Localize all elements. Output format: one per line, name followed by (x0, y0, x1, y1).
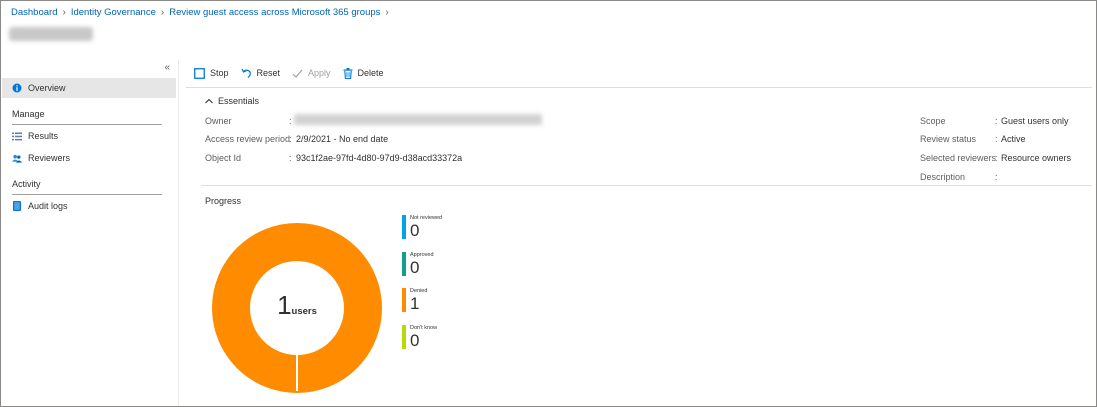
essentials-divider (201, 185, 1092, 186)
colon: : (995, 116, 998, 126)
sidebar: « Overview Manage Results Reviewers Acti… (2, 60, 176, 406)
selected-reviewers-label: Selected reviewers (920, 153, 997, 163)
legend-color-bar (402, 288, 406, 312)
sidebar-item-overview[interactable]: Overview (2, 78, 176, 98)
collapse-icon[interactable]: « (164, 62, 170, 73)
stop-icon (194, 67, 205, 79)
sidebar-item-audit-logs[interactable]: Audit logs (2, 196, 176, 216)
colon: : (289, 116, 292, 126)
essentials-period-row: Access review period (205, 134, 290, 144)
sidebar-item-label: Overview (28, 83, 66, 93)
legend-approved[interactable]: Approved 0 (402, 252, 434, 277)
owner-label: Owner (205, 116, 232, 126)
legend-value: 0 (410, 221, 420, 240)
colon: : (289, 153, 292, 163)
command-bar: Stop Reset Apply Delete (194, 64, 396, 82)
legend-denied[interactable]: Denied 1 (402, 288, 427, 313)
progress-total: 1 (277, 290, 292, 320)
scope-value: Guest users only (1001, 116, 1069, 126)
sidebar-item-label: Audit logs (28, 201, 68, 211)
legend-color-bar (402, 325, 406, 349)
section-manage: Manage (12, 109, 45, 119)
legend-value: 1 (410, 294, 420, 313)
breadcrumb-dashboard[interactable]: Dashboard (11, 7, 57, 18)
reset-label: Reset (256, 68, 281, 78)
section-activity: Activity (12, 179, 41, 189)
book-icon (12, 201, 22, 211)
sidebar-item-reviewers[interactable]: Reviewers (2, 148, 176, 168)
checkmark-icon (292, 68, 303, 79)
page-title-redacted (9, 27, 93, 41)
progress-unit: users (291, 306, 317, 317)
legend-color-bar (402, 252, 406, 276)
sidebar-item-label: Reviewers (28, 153, 71, 163)
delete-button[interactable]: Delete (343, 67, 384, 79)
review-status-value: Active (1001, 134, 1026, 144)
period-value: 2/9/2021 - No end date (296, 134, 389, 144)
apply-label: Apply (308, 68, 331, 78)
delete-label: Delete (357, 68, 384, 78)
description-label: Description (920, 172, 966, 182)
stop-label: Stop (210, 68, 229, 78)
chevron-right-icon: › (385, 7, 389, 18)
donut-center-label: 1users (212, 290, 382, 321)
essentials-objectid-row: Object Id (205, 153, 241, 163)
colon: : (289, 134, 292, 144)
stop-button[interactable]: Stop (194, 67, 229, 79)
essentials-toggle[interactable]: Essentials (205, 96, 259, 106)
objectid-value: 93c1f2ae-97fd-4d80-97d9-d38acd33372a (296, 153, 463, 163)
undo-icon (240, 68, 252, 79)
progress-title: Progress (205, 196, 242, 206)
legend-value: 0 (410, 331, 420, 350)
breadcrumb-identity-governance[interactable]: Identity Governance (71, 7, 156, 18)
legend-value: 0 (410, 258, 420, 277)
users-icon (12, 153, 22, 163)
selected-reviewers-value: Resource owners (1001, 153, 1072, 163)
legend-dont-know[interactable]: Don't know 0 (402, 325, 437, 350)
legend-not-reviewed[interactable]: Not reviewed 0 (402, 215, 442, 240)
chevron-right-icon: › (160, 7, 165, 18)
colon: : (995, 172, 998, 182)
sidebar-item-results[interactable]: Results (2, 126, 176, 146)
colon: : (995, 153, 998, 163)
essentials-owner-row: Owner (205, 116, 232, 126)
breadcrumb-review[interactable]: Review guest access across Microsoft 365… (169, 7, 380, 18)
apply-button[interactable]: Apply (292, 68, 331, 79)
review-status-label: Review status (920, 134, 977, 144)
owner-value-redacted (294, 114, 542, 125)
section-divider (12, 194, 162, 195)
chevron-right-icon: › (62, 7, 66, 18)
list-icon (12, 131, 22, 141)
period-label: Access review period (205, 134, 291, 144)
chevron-up-icon (205, 97, 213, 106)
essentials-label: Essentials (218, 96, 260, 106)
section-divider (12, 124, 162, 125)
colon: : (995, 134, 998, 144)
legend-color-bar (402, 215, 406, 239)
objectid-label: Object Id (205, 153, 242, 163)
sidebar-divider (178, 60, 179, 406)
toolbar-divider (186, 87, 1092, 88)
trash-icon (343, 67, 353, 79)
info-icon (12, 83, 22, 93)
reset-button[interactable]: Reset (240, 68, 281, 79)
sidebar-item-label: Results (28, 131, 59, 141)
breadcrumb: Dashboard › Identity Governance › Review… (11, 7, 394, 18)
scope-label: Scope (920, 116, 946, 126)
